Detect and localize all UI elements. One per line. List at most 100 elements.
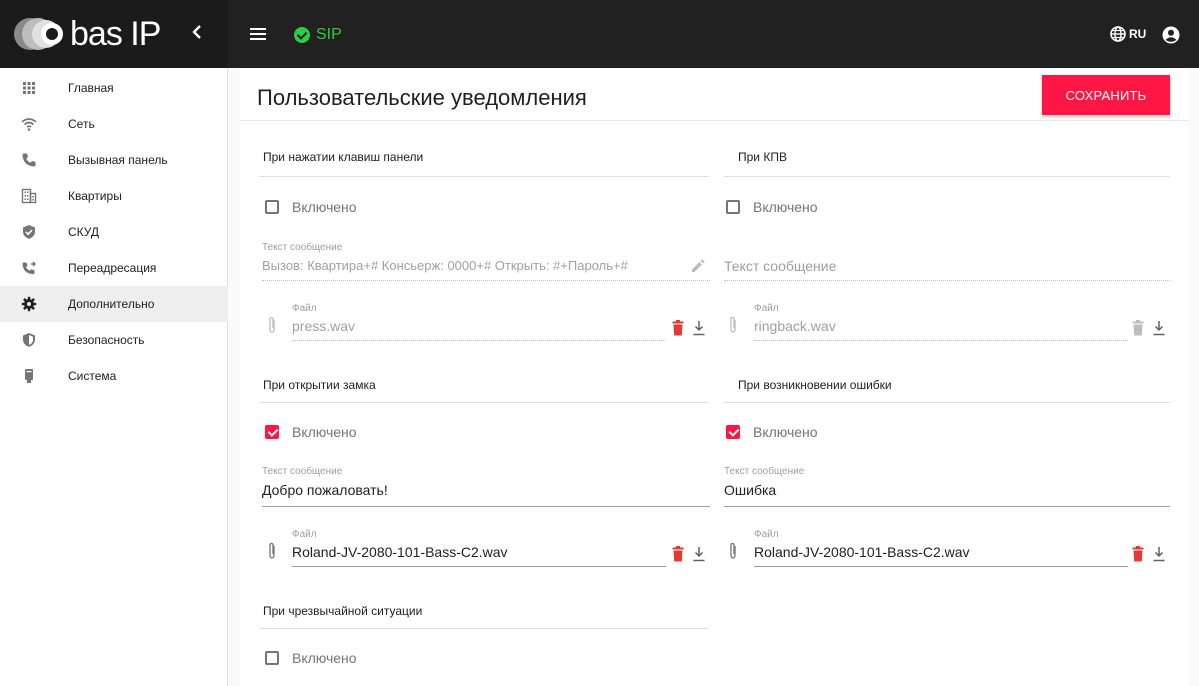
checkbox-label: Включено (292, 650, 357, 666)
top-bar: bas IP SIP RU (0, 0, 1199, 68)
language-label: RU (1129, 27, 1147, 41)
download-icon[interactable] (1153, 546, 1165, 562)
device-icon (25, 369, 33, 383)
sidebar-item-label: Сеть (68, 117, 95, 131)
keypress-enabled-checkbox[interactable]: Включено (265, 199, 357, 215)
section-title-keypress: При нажатии клавиш панели (263, 150, 424, 164)
title-divider (240, 120, 1188, 121)
kpv-file-label: Файл (754, 303, 779, 314)
kpv-message-input[interactable]: Текст сообщение (724, 258, 836, 274)
section-divider (259, 402, 709, 403)
globe-icon (1110, 26, 1126, 42)
sip-status: SIP (294, 26, 342, 44)
sidebar-item-label: Дополнительно (68, 297, 155, 311)
delete-trash-icon[interactable] (1132, 546, 1144, 562)
field-underline (754, 566, 1128, 567)
kpv-enabled-checkbox[interactable]: Включено (726, 199, 818, 215)
paperclip-icon (730, 316, 736, 333)
field-underline (292, 566, 666, 567)
sip-check-icon (294, 27, 310, 43)
section-title-error: При возникновении ошибки (738, 378, 892, 392)
section-divider (724, 176, 1170, 177)
shield-check-icon (23, 225, 35, 239)
paperclip-icon (269, 542, 275, 559)
paperclip-icon (730, 542, 736, 559)
checkbox-checked-icon (726, 425, 740, 439)
lock-open-file-label: Файл (292, 529, 317, 540)
security-shield-icon (23, 333, 35, 347)
error-enabled-checkbox[interactable]: Включено (726, 424, 818, 440)
checkbox-label: Включено (292, 199, 357, 215)
sidebar-item-label: Квартиры (68, 189, 122, 203)
keypress-file-label: Файл (292, 303, 317, 314)
sidebar-item-system[interactable]: Система (0, 358, 228, 394)
gear-icon (21, 296, 37, 312)
delete-trash-icon[interactable] (1132, 320, 1144, 336)
download-icon[interactable] (693, 546, 705, 562)
download-icon[interactable] (1153, 320, 1165, 336)
lock-open-message-input[interactable]: Добро пожаловать! (262, 482, 388, 498)
sidebar-item-label: Главная (68, 81, 114, 95)
sidebar-item-advanced[interactable]: Дополнительно (0, 286, 228, 322)
collapse-sidebar-chevron-icon[interactable] (192, 22, 202, 45)
field-underline (724, 280, 1170, 281)
sidebar-item-network[interactable]: Сеть (0, 106, 228, 142)
section-title-kpv: При КПВ (738, 150, 787, 164)
logo: bas IP (12, 14, 161, 54)
error-message-label: Текст сообщение (724, 466, 805, 477)
error-message-input[interactable]: Ошибка (724, 482, 776, 498)
section-title-lock-open: При открытии замка (263, 378, 376, 392)
section-title-emergency: При чрезвычайной ситуации (263, 604, 423, 618)
section-divider (724, 402, 1170, 403)
lock-open-message-label: Текст сообщение (262, 466, 343, 477)
checkbox-unchecked-icon (265, 200, 279, 214)
apps-grid-icon (23, 82, 35, 94)
building-icon (21, 188, 37, 204)
keypress-message-input[interactable]: Вызов: Квартира+# Консьерж: 0000+# Откры… (262, 258, 628, 273)
emergency-enabled-checkbox[interactable]: Включено (265, 650, 357, 666)
field-underline (724, 506, 1170, 507)
checkbox-label: Включено (753, 199, 818, 215)
sidebar: Главная Сеть Вызывная панель Квартиры СК… (0, 68, 228, 686)
main-content: Пользовательские уведомления СОХРАНИТЬ П… (240, 68, 1188, 686)
field-underline (754, 340, 1128, 341)
wifi-icon (21, 118, 37, 131)
error-file-label: Файл (754, 529, 779, 540)
keypress-file-input[interactable]: press.wav (292, 318, 355, 334)
delete-trash-icon[interactable] (672, 546, 684, 562)
sidebar-item-home[interactable]: Главная (0, 70, 228, 106)
checkbox-checked-icon (265, 425, 279, 439)
lock-open-file-input[interactable]: Roland-JV-2080-101-Bass-C2.wav (292, 544, 508, 560)
sidebar-item-call-panel[interactable]: Вызывная панель (0, 142, 228, 178)
account-icon[interactable] (1162, 26, 1180, 49)
page-title: Пользовательские уведомления (257, 85, 587, 110)
sidebar-item-label: Вызывная панель (68, 153, 168, 167)
phone-icon (22, 153, 36, 167)
sidebar-item-access-control[interactable]: СКУД (0, 214, 228, 250)
sidebar-item-apartments[interactable]: Квартиры (0, 178, 228, 214)
field-underline (262, 280, 710, 281)
sidebar-item-label: Безопасность (68, 333, 145, 347)
lock-open-enabled-checkbox[interactable]: Включено (265, 424, 357, 440)
field-underline (292, 340, 666, 341)
menu-hamburger-icon[interactable] (250, 28, 266, 40)
phone-forward-icon (22, 261, 36, 275)
sidebar-item-label: СКУД (68, 225, 100, 239)
delete-trash-icon[interactable] (672, 320, 684, 336)
field-underline (262, 506, 710, 507)
save-button[interactable]: СОХРАНИТЬ (1042, 75, 1170, 115)
sidebar-item-security[interactable]: Безопасность (0, 322, 228, 358)
download-icon[interactable] (693, 320, 705, 336)
kpv-file-input[interactable]: ringback.wav (754, 318, 836, 334)
keypress-message-label: Текст сообщение (262, 242, 343, 253)
sidebar-item-forwarding[interactable]: Переадресация (0, 250, 228, 286)
pencil-icon[interactable] (690, 258, 706, 274)
logo-text: bas IP (70, 14, 161, 53)
error-file-input[interactable]: Roland-JV-2080-101-Bass-C2.wav (754, 544, 970, 560)
sip-status-label: SIP (316, 26, 342, 43)
checkbox-label: Включено (292, 424, 357, 440)
sidebar-item-label: Система (68, 369, 117, 383)
language-selector[interactable]: RU (1110, 26, 1146, 42)
checkbox-unchecked-icon (726, 200, 740, 214)
sidebar-item-label: Переадресация (68, 261, 157, 275)
